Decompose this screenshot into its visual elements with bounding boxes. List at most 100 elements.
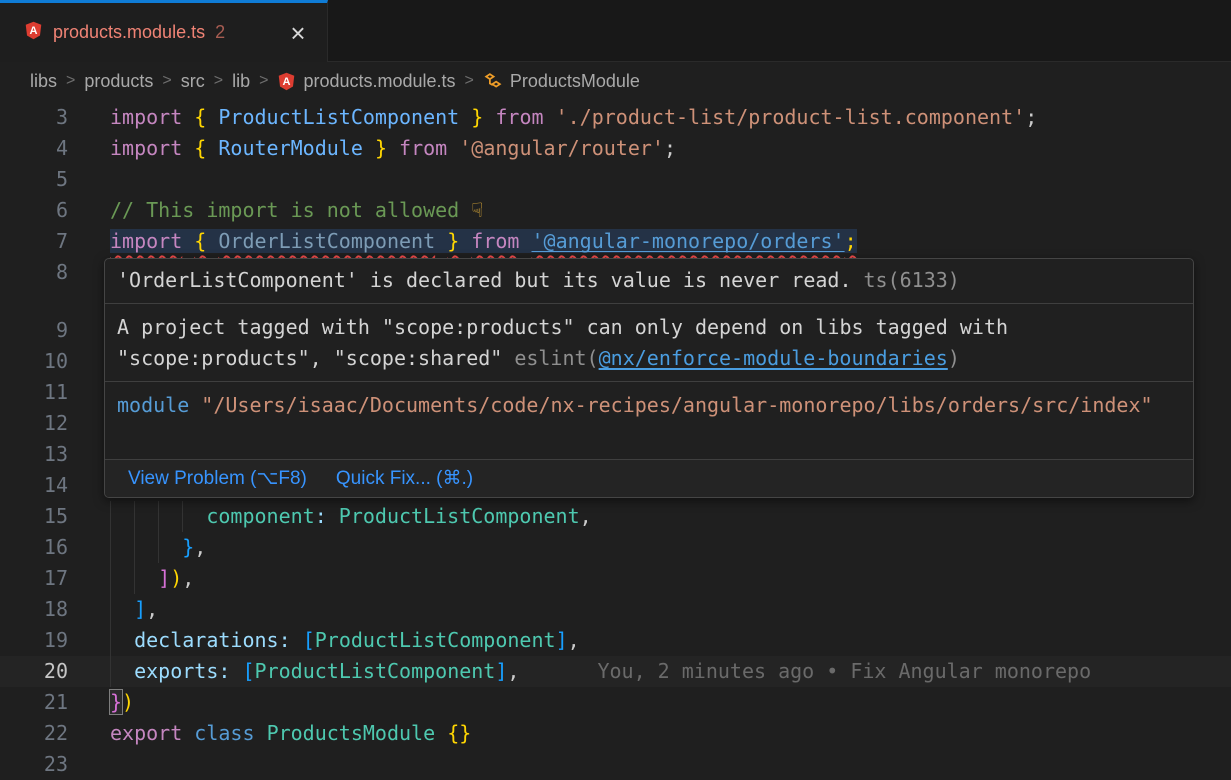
code-line-3[interactable]: 3 import { ProductListComponent } from '.… [0, 102, 1231, 133]
code-line-content: import { ProductListComponent } from './… [110, 102, 1037, 133]
breadcrumb-label: products.module.ts [303, 71, 455, 92]
token-pl [447, 136, 459, 160]
chevron-right-icon: > [162, 72, 171, 90]
line-number-9[interactable]: 9 [0, 315, 68, 346]
line-number-4[interactable]: 4 [0, 133, 68, 164]
breadcrumb: libs>products>src>lib> A products.module… [0, 62, 1231, 100]
token-cls: component [206, 504, 314, 528]
code-line-6[interactable]: 6 // This import is not allowed ☟ [0, 195, 1231, 226]
breadcrumb-item-products-module-ts[interactable]: A products.module.ts [277, 71, 455, 92]
line-number-13[interactable]: 13 [0, 439, 68, 470]
token-bb: ] [556, 628, 568, 652]
code-line-17[interactable]: 17 ]), [0, 563, 1231, 594]
code-line-15[interactable]: 15 component: ProductListComponent, [0, 501, 1231, 532]
code-line-content: export class ProductsModule {} [110, 718, 471, 749]
token-pl: , [194, 535, 206, 559]
code-line-19[interactable]: 19 declarations: [ProductListComponent], [0, 625, 1231, 656]
line-number-18[interactable]: 18 [0, 594, 68, 625]
code-line-23[interactable]: 23 [0, 749, 1231, 780]
token-pl: ; [664, 136, 676, 160]
token-cmt: // This import is not allowed [110, 198, 471, 222]
token-bg: } [471, 105, 483, 129]
module-path: "/Users/isaac/Documents/code/nx-recipes/… [189, 393, 1152, 417]
svg-text:A: A [29, 25, 37, 37]
line-number-19[interactable]: 19 [0, 625, 68, 656]
line-number-6[interactable]: 6 [0, 195, 68, 226]
line-number-12[interactable]: 12 [0, 408, 68, 439]
line-number-15[interactable]: 15 [0, 501, 68, 532]
token-kwb: class [194, 721, 254, 745]
chevron-right-icon: > [214, 72, 223, 90]
token-pl: , [507, 659, 519, 683]
token-bg: } [375, 136, 387, 160]
breadcrumb-item-src[interactable]: src [181, 71, 205, 92]
hover-action-bar: View Problem (⌥F8) Quick Fix... (⌘.) [105, 460, 1193, 497]
token-prop: : [218, 659, 230, 683]
token-cls: ProductListComponent [315, 628, 556, 652]
line-number-21[interactable]: 21 [0, 687, 68, 718]
token-str: '@angular/router' [459, 136, 664, 160]
token-prop: : [279, 628, 291, 652]
breadcrumb-item-products[interactable]: products [84, 71, 153, 92]
line-number-8[interactable]: 8 [0, 257, 68, 288]
code-line-content: import { OrderListComponent } from '@ang… [110, 226, 857, 257]
class-symbol-icon [483, 71, 503, 91]
token-pl [230, 659, 242, 683]
breadcrumb-item-productsmodule[interactable]: ProductsModule [483, 71, 640, 92]
angular-icon: A [24, 21, 43, 40]
code-line-21[interactable]: 21}) [0, 687, 1231, 718]
code-line-4[interactable]: 4import { RouterModule } from '@angular/… [0, 133, 1231, 164]
line-number-16[interactable]: 16 [0, 532, 68, 563]
code-line-20[interactable]: 20 exports: [ProductListComponent],You, … [0, 656, 1231, 687]
token-emoji: ☟ [471, 198, 483, 222]
hover-eslint-section: A project tagged with "scope:products" c… [105, 304, 1193, 382]
breadcrumb-item-lib[interactable]: lib [232, 71, 250, 92]
token-imp: RouterModule [218, 136, 363, 160]
hover-module-section: module "/Users/isaac/Documents/code/nx-r… [105, 382, 1193, 460]
line-number-5[interactable]: 5 [0, 164, 68, 195]
ts-error-code: ts(6133) [864, 268, 960, 292]
view-problem-link[interactable]: View Problem (⌥F8) [128, 463, 307, 494]
code-line-18[interactable]: 18 ], [0, 594, 1231, 625]
line-number-14[interactable]: 14 [0, 470, 68, 501]
token-pl: , [580, 504, 592, 528]
code-line-22[interactable]: 22 export class ProductsModule {} [0, 718, 1231, 749]
token-cls: ProductListComponent [339, 504, 580, 528]
line-number-7[interactable]: 7 [0, 226, 68, 257]
token-bp: ] [158, 566, 170, 590]
breadcrumb-label: lib [232, 71, 250, 92]
error-squiggle-statement[interactable]: import { OrderListComponent } from '@ang… [110, 229, 857, 253]
line-number-11[interactable]: 11 [0, 377, 68, 408]
line-number-22[interactable]: 22 [0, 718, 68, 749]
token-pl [110, 659, 134, 683]
token-pl [519, 229, 531, 253]
line-number-10[interactable]: 10 [0, 346, 68, 377]
code-line-16[interactable]: 16 }, [0, 532, 1231, 563]
line-number-20[interactable]: 20 [0, 656, 68, 687]
token-pl [206, 229, 218, 253]
token-bg: ; [845, 229, 857, 253]
breadcrumb-label: libs [30, 71, 57, 92]
breadcrumb-item-libs[interactable]: libs [30, 71, 57, 92]
tab-products-module[interactable]: A products.module.ts 2 × [0, 0, 328, 62]
line-number-23[interactable]: 23 [0, 749, 68, 780]
tab-close-icon[interactable]: × [285, 23, 311, 43]
token-kw: import [110, 229, 182, 253]
token-pl [459, 105, 471, 129]
eslint-rule-link[interactable]: @nx/enforce-module-boundaries [599, 346, 948, 370]
token-bb: [ [242, 659, 254, 683]
token-bg: { [194, 229, 206, 253]
module-import-link[interactable]: '@angular-monorepo/orders' [532, 229, 845, 253]
editor-tab-bar: A products.module.ts 2 × [0, 0, 1231, 62]
token-pl [110, 535, 182, 559]
tab-file-icon-slot: A [24, 21, 43, 45]
error-hover-popup: 'OrderListComponent' is declared but its… [104, 258, 1194, 498]
code-line-5[interactable]: 5 [0, 164, 1231, 195]
line-number-3[interactable]: 3 [0, 102, 68, 133]
line-number-17[interactable]: 17 [0, 563, 68, 594]
breadcrumb-label: ProductsModule [510, 71, 640, 92]
code-line-content: }, [110, 532, 206, 563]
quick-fix-link[interactable]: Quick Fix... (⌘.) [336, 463, 473, 494]
token-pl [182, 136, 194, 160]
code-line-7[interactable]: 7 import { OrderListComponent } from '@an… [0, 226, 1231, 257]
